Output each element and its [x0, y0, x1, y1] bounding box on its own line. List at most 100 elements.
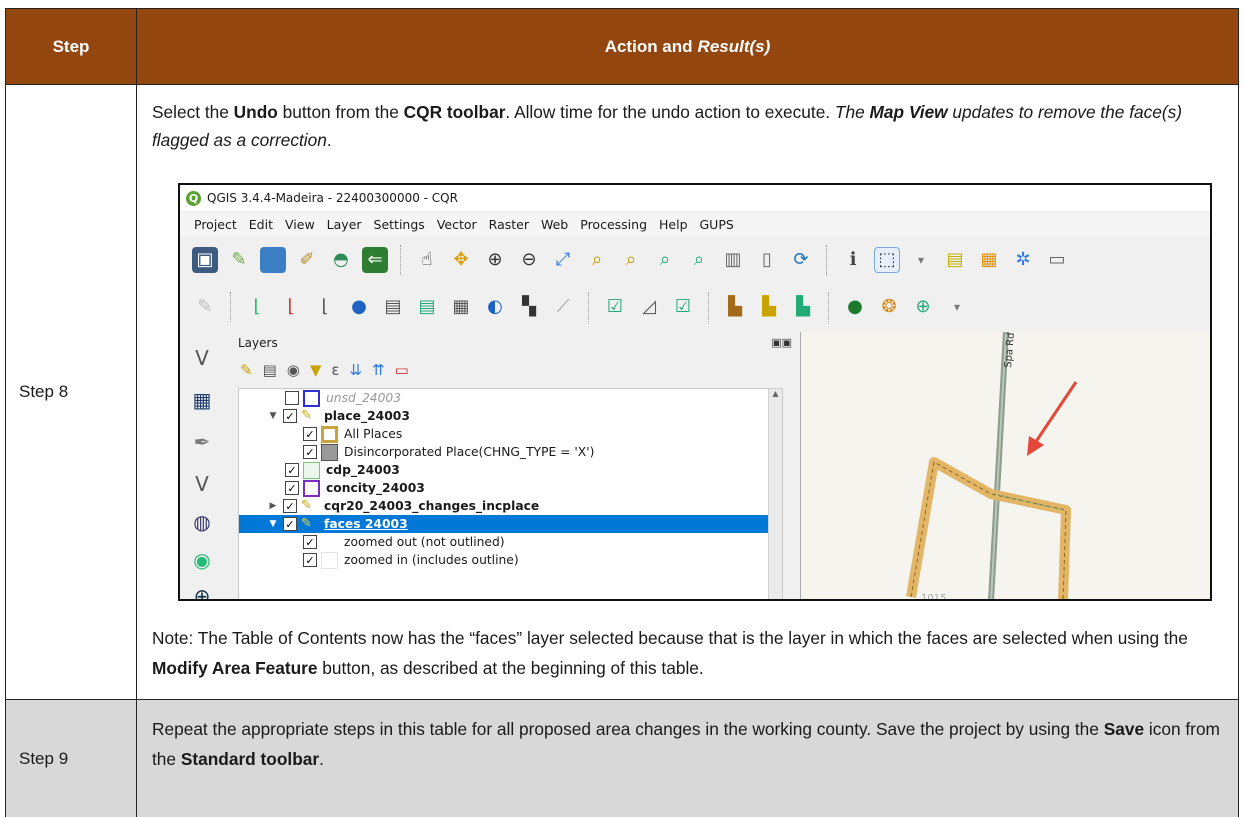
add-raster-layer-icon[interactable]: ▦: [188, 386, 216, 414]
layer-row[interactable]: ▼ ✓ ✎ place_24003: [239, 407, 782, 425]
add-delimited-text-icon[interactable]: ✒: [188, 428, 216, 456]
layer-row[interactable]: unsd_24003: [239, 389, 782, 407]
refresh-layer-icon[interactable]: ⇐: [362, 247, 388, 273]
measure-line-icon[interactable]: ⟋: [550, 294, 576, 320]
layer-row[interactable]: ✓ zoomed out (not outlined): [239, 533, 782, 551]
add-virtual-layer-icon[interactable]: V: [188, 470, 216, 498]
delete-feature-icon[interactable]: ⌊: [278, 294, 304, 320]
attribute-table-icon[interactable]: ▤: [942, 247, 968, 273]
layer-row[interactable]: ✓ All Places: [239, 425, 782, 443]
menu-layer[interactable]: Layer: [327, 217, 362, 232]
panel-window-buttons-icon[interactable]: ▣▣: [771, 336, 792, 349]
pan-map-icon[interactable]: ◓: [328, 247, 354, 273]
layer-checkbox[interactable]: ✓: [303, 553, 317, 567]
split-feature-icon[interactable]: ⌊: [312, 294, 338, 320]
edit-disabled-icon[interactable]: ✎: [192, 294, 218, 320]
filter-icon[interactable]: ▼: [310, 361, 322, 379]
measure-icon[interactable]: ▭: [1044, 247, 1070, 273]
select-features-icon[interactable]: ⬚: [874, 247, 900, 273]
collapse-all-icon[interactable]: ⇈: [372, 361, 385, 379]
new-layout-icon[interactable]: [260, 247, 286, 273]
layout-manager-icon[interactable]: ✐: [294, 247, 320, 273]
layer-checkbox[interactable]: ✓: [303, 535, 317, 549]
menu-help[interactable]: Help: [659, 217, 688, 232]
bookmark-icon[interactable]: ▯: [754, 247, 780, 273]
layer-checkbox[interactable]: ✓: [283, 499, 297, 513]
expand-all-icon[interactable]: ⇊: [350, 361, 363, 379]
processing-toolbox-icon[interactable]: ✲: [1010, 247, 1036, 273]
text-save: Save: [1103, 719, 1145, 739]
layer-row[interactable]: ▶ ✓ ✎ cqr20_24003_changes_incplace: [239, 497, 782, 515]
pan-to-selection-icon[interactable]: ✥: [448, 247, 474, 273]
menu-raster[interactable]: Raster: [489, 217, 529, 232]
add-vector-layer-icon[interactable]: V: [188, 344, 216, 372]
pan-icon[interactable]: ☝: [414, 247, 440, 273]
layer-checkbox[interactable]: ✓: [303, 427, 317, 441]
add-feature-icon[interactable]: ⌊: [244, 294, 270, 320]
layer-checkbox[interactable]: [285, 391, 299, 405]
zoom-last-icon[interactable]: ⌕: [686, 247, 712, 273]
layer-row-selected[interactable]: ▼ ✓ ✎ faces 24003: [239, 515, 782, 533]
menu-settings[interactable]: Settings: [374, 217, 425, 232]
validate-icon[interactable]: ☑: [670, 294, 696, 320]
cqr-export-icon[interactable]: ▙: [790, 294, 816, 320]
scroll-up-icon[interactable]: ▲: [769, 389, 782, 398]
modify-area-feature-icon[interactable]: ▚: [516, 294, 542, 320]
add-wms-layer-icon[interactable]: ◉: [188, 546, 216, 574]
layer-checkbox[interactable]: ✓: [285, 481, 299, 495]
add-group-icon[interactable]: ▤: [263, 361, 277, 379]
cqr-tool-icon[interactable]: ▙: [722, 294, 748, 320]
identify-features-icon[interactable]: ℹ: [840, 247, 866, 273]
zoom-full-icon[interactable]: ⤢: [550, 247, 576, 273]
zoom-to-layer-icon[interactable]: ⌕: [618, 247, 644, 273]
undo-icon[interactable]: ▙: [756, 294, 782, 320]
zoom-to-selection-icon[interactable]: ⌕: [584, 247, 610, 273]
add-wfs-layer-icon[interactable]: ⊕: [188, 582, 216, 599]
collapse-arrow-icon[interactable]: ▼: [267, 411, 279, 421]
copy-attributes-icon[interactable]: ▤: [380, 294, 406, 320]
layer-checkbox[interactable]: ✓: [303, 445, 317, 459]
form-icon[interactable]: ▤: [414, 294, 440, 320]
layer-row[interactable]: ✓ Disincorporated Place(CHNG_TYPE = 'X'): [239, 443, 782, 461]
geoserver-icon[interactable]: ❂: [876, 294, 902, 320]
menu-gups[interactable]: GUPS: [700, 217, 734, 232]
menu-web[interactable]: Web: [541, 217, 568, 232]
visibility-icon[interactable]: ◉: [287, 361, 300, 379]
layer-checkbox[interactable]: ✓: [283, 517, 297, 531]
table-icon[interactable]: ▦: [448, 294, 474, 320]
save-project-icon[interactable]: ▣: [192, 247, 218, 273]
map-canvas[interactable]: Spa Rd 1015: [800, 331, 1210, 599]
style-manager-icon[interactable]: ✎: [226, 247, 252, 273]
tree-scrollbar[interactable]: ▲: [768, 389, 782, 599]
new-map-view-icon[interactable]: ▥: [720, 247, 746, 273]
review-icon[interactable]: ◐: [482, 294, 508, 320]
zoom-native-icon[interactable]: ⌕: [652, 247, 678, 273]
layer-checkbox[interactable]: ✓: [285, 463, 299, 477]
menu-view[interactable]: View: [285, 217, 315, 232]
deselect-icon[interactable]: ▦: [976, 247, 1002, 273]
dropdown-icon[interactable]: ▾: [944, 294, 970, 320]
zoom-in-icon[interactable]: ⊕: [482, 247, 508, 273]
dropdown-icon[interactable]: ▾: [908, 247, 934, 273]
layer-row[interactable]: ✓ zoomed in (includes outline): [239, 551, 782, 569]
search-address-icon[interactable]: ●: [346, 294, 372, 320]
accept-icon[interactable]: ☑: [602, 294, 628, 320]
zoom-out-icon[interactable]: ⊖: [516, 247, 542, 273]
style-icon[interactable]: ✎: [240, 361, 253, 379]
layer-row[interactable]: ✓ cdp_24003: [239, 461, 782, 479]
add-postgis-icon[interactable]: ◍: [188, 508, 216, 536]
layer-row[interactable]: ✓ concity_24003: [239, 479, 782, 497]
collapse-arrow-icon[interactable]: ▼: [267, 519, 279, 529]
refresh-icon[interactable]: ⟳: [788, 247, 814, 273]
menu-project[interactable]: Project: [194, 217, 237, 232]
menu-edit[interactable]: Edit: [249, 217, 273, 232]
polygon-icon[interactable]: ◿: [636, 294, 662, 320]
layer-checkbox[interactable]: ✓: [283, 409, 297, 423]
expression-icon[interactable]: ε: [331, 361, 339, 379]
menu-vector[interactable]: Vector: [437, 217, 477, 232]
expand-arrow-icon[interactable]: ▶: [267, 501, 279, 511]
menu-processing[interactable]: Processing: [580, 217, 647, 232]
add-wms-icon[interactable]: ⊕: [910, 294, 936, 320]
remove-layer-icon[interactable]: ▭: [395, 361, 409, 379]
globe-icon[interactable]: ●: [842, 294, 868, 320]
